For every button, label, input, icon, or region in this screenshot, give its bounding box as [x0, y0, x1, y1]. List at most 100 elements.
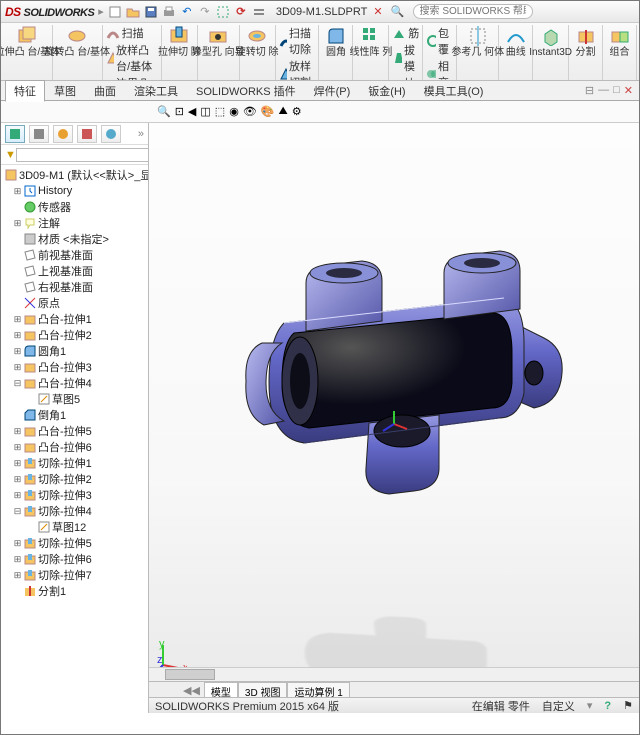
- config-manager-tab[interactable]: [53, 125, 73, 143]
- svg-text:y: y: [159, 641, 165, 650]
- revolve-boss-button[interactable]: 旋转凸 台/基体: [42, 25, 112, 59]
- tab-weldments[interactable]: 焊件(P): [305, 80, 360, 102]
- tab-mold[interactable]: 模具工具(O): [415, 80, 493, 102]
- display-style-icon[interactable]: ◉: [229, 105, 239, 118]
- tree-item[interactable]: ⊞凸台-拉伸1: [5, 311, 148, 327]
- revolve-cut-button[interactable]: 旋转切 除: [234, 25, 281, 59]
- rib-button[interactable]: 筋: [392, 25, 419, 41]
- horizontal-scrollbar[interactable]: [149, 667, 639, 681]
- combine-button[interactable]: 组合: [608, 25, 632, 59]
- tree-item[interactable]: 原点: [5, 295, 148, 311]
- feature-manager-tab[interactable]: [5, 125, 25, 143]
- new-icon[interactable]: [108, 5, 122, 19]
- filter-icon[interactable]: ▼: [5, 149, 16, 161]
- 3d-viewport[interactable]: x y z ◀◀ 模型 3D 视图 运动算例 1 SOLIDWORKS Prem…: [149, 123, 639, 713]
- tab-render[interactable]: 渲染工具: [125, 80, 187, 102]
- app-logo: DS SOLIDWORKS: [5, 5, 94, 19]
- undo-icon[interactable]: ↶: [180, 5, 194, 19]
- save-icon[interactable]: [144, 5, 158, 19]
- tree-item[interactable]: ⊞凸台-拉伸5: [5, 423, 148, 439]
- view-settings-icon[interactable]: ⚙: [292, 105, 302, 118]
- tab-nav-left-icon[interactable]: ◀◀: [179, 684, 204, 697]
- open-icon[interactable]: [126, 5, 140, 19]
- tree-item[interactable]: 上视基准面: [5, 263, 148, 279]
- tree-item[interactable]: ⊞切除-拉伸2: [5, 471, 148, 487]
- tree-item[interactable]: ⊞切除-拉伸3: [5, 487, 148, 503]
- fillet-button[interactable]: 圆角: [324, 25, 348, 59]
- display-manager-tab[interactable]: [101, 125, 121, 143]
- linear-pattern-button[interactable]: 线性阵 列: [347, 25, 394, 59]
- hide-show-icon[interactable]: 👁: [243, 105, 257, 118]
- close-icon[interactable]: ✕: [624, 84, 633, 97]
- loft-button[interactable]: 放样凸台/基体: [106, 42, 158, 74]
- tree-filter-input[interactable]: [16, 148, 149, 162]
- redo-icon[interactable]: ↷: [198, 5, 212, 19]
- scene-icon[interactable]: ⛰: [278, 105, 287, 118]
- tree-item[interactable]: ⊞切除-拉伸6: [5, 551, 148, 567]
- tree-item[interactable]: ⊞History: [5, 183, 148, 199]
- sweep-cut-button[interactable]: 扫描切除: [279, 25, 316, 57]
- maximize-icon[interactable]: □: [613, 84, 620, 97]
- appearance-icon[interactable]: 🎨: [261, 105, 275, 118]
- tree-item[interactable]: 倒角1: [5, 407, 148, 423]
- print-icon[interactable]: [162, 5, 176, 19]
- tree-item[interactable]: ⊞凸台-拉伸3: [5, 359, 148, 375]
- loft-cut-button[interactable]: 放样切割: [279, 58, 316, 81]
- origin-gizmo: [379, 409, 409, 439]
- ref-geometry-button[interactable]: 参考几 何体: [449, 25, 506, 59]
- search-icon[interactable]: 🔍: [391, 5, 405, 19]
- tree-item[interactable]: ⊞凸台-拉伸6: [5, 439, 148, 455]
- tree-item[interactable]: ⊞切除-拉伸7: [5, 567, 148, 583]
- curves-button[interactable]: 曲线: [504, 25, 528, 59]
- tree-item[interactable]: ⊞切除-拉伸1: [5, 455, 148, 471]
- tree-item[interactable]: 前视基准面: [5, 247, 148, 263]
- tree-expand-icon[interactable]: »: [138, 128, 144, 140]
- status-flag-icon[interactable]: ⚑: [623, 699, 633, 712]
- title-bar: DS SOLIDWORKS ▸ ↶ ↷ ⟳ 3D09-M1.SLDPRT ✕ 🔍: [1, 1, 639, 23]
- draft-button[interactable]: 拔模: [392, 42, 419, 74]
- instant3d-button[interactable]: Instant3D: [527, 25, 574, 59]
- tab-surface[interactable]: 曲面: [85, 80, 125, 102]
- document-title: 3D09-M1.SLDPRT: [276, 6, 368, 18]
- tree-root[interactable]: 3D09-M1 (默认<<默认>_显示: [5, 167, 148, 183]
- prev-view-icon[interactable]: ◀: [188, 105, 196, 118]
- dim-expert-tab[interactable]: [77, 125, 97, 143]
- view-orient-icon[interactable]: ⬚: [215, 105, 225, 118]
- status-version: SOLIDWORKS Premium 2015 x64 版: [155, 698, 339, 714]
- minimize-icon[interactable]: —: [598, 84, 609, 97]
- sweep-button[interactable]: 扫描: [106, 25, 144, 41]
- search-input[interactable]: [413, 4, 533, 19]
- zoom-area-icon[interactable]: ⊡: [175, 105, 184, 118]
- doc-close-icon[interactable]: ✕: [373, 5, 382, 18]
- zoom-fit-icon[interactable]: 🔍: [157, 105, 171, 118]
- tree-item[interactable]: ⊞圆角1: [5, 343, 148, 359]
- tree-item[interactable]: ⊞凸台-拉伸2: [5, 327, 148, 343]
- split-button[interactable]: 分割: [574, 25, 598, 59]
- tree-item[interactable]: ⊟凸台-拉伸4: [5, 375, 148, 391]
- property-manager-tab[interactable]: [29, 125, 49, 143]
- options-icon[interactable]: [252, 5, 266, 19]
- select-icon[interactable]: [216, 5, 230, 19]
- tree-item[interactable]: 草图12: [5, 519, 148, 535]
- feature-tree-panel: » ▼ 3D09-M1 (默认<<默认>_显示 ⊞History传感器⊞注解材质…: [1, 123, 149, 713]
- tree-item[interactable]: 传感器: [5, 199, 148, 215]
- status-custom[interactable]: 自定义: [542, 698, 575, 714]
- tree-item[interactable]: 草图5: [5, 391, 148, 407]
- tree-item[interactable]: ⊟切除-拉伸4: [5, 503, 148, 519]
- tab-sketch[interactable]: 草图: [45, 80, 85, 102]
- tree-item[interactable]: 材质 <未指定>: [5, 231, 148, 247]
- tree-item[interactable]: ⊞切除-拉伸5: [5, 535, 148, 551]
- tree-item[interactable]: 右视基准面: [5, 279, 148, 295]
- help-icon[interactable]: ?: [604, 700, 611, 712]
- collapse-icon[interactable]: ⊟: [585, 84, 594, 97]
- tab-sheetmetal[interactable]: 钣金(H): [359, 80, 414, 102]
- section-view-icon[interactable]: ◫: [200, 105, 210, 118]
- tree-item[interactable]: 分割1: [5, 583, 148, 599]
- tab-features[interactable]: 特征: [5, 80, 45, 102]
- rebuild-icon[interactable]: ⟳: [234, 5, 248, 19]
- intersect-button[interactable]: 相交: [426, 58, 453, 81]
- menu-dropdown-icon[interactable]: ▸: [98, 5, 104, 18]
- part-model: [214, 243, 574, 523]
- tab-addins[interactable]: SOLIDWORKS 插件: [187, 80, 305, 102]
- tree-item[interactable]: ⊞注解: [5, 215, 148, 231]
